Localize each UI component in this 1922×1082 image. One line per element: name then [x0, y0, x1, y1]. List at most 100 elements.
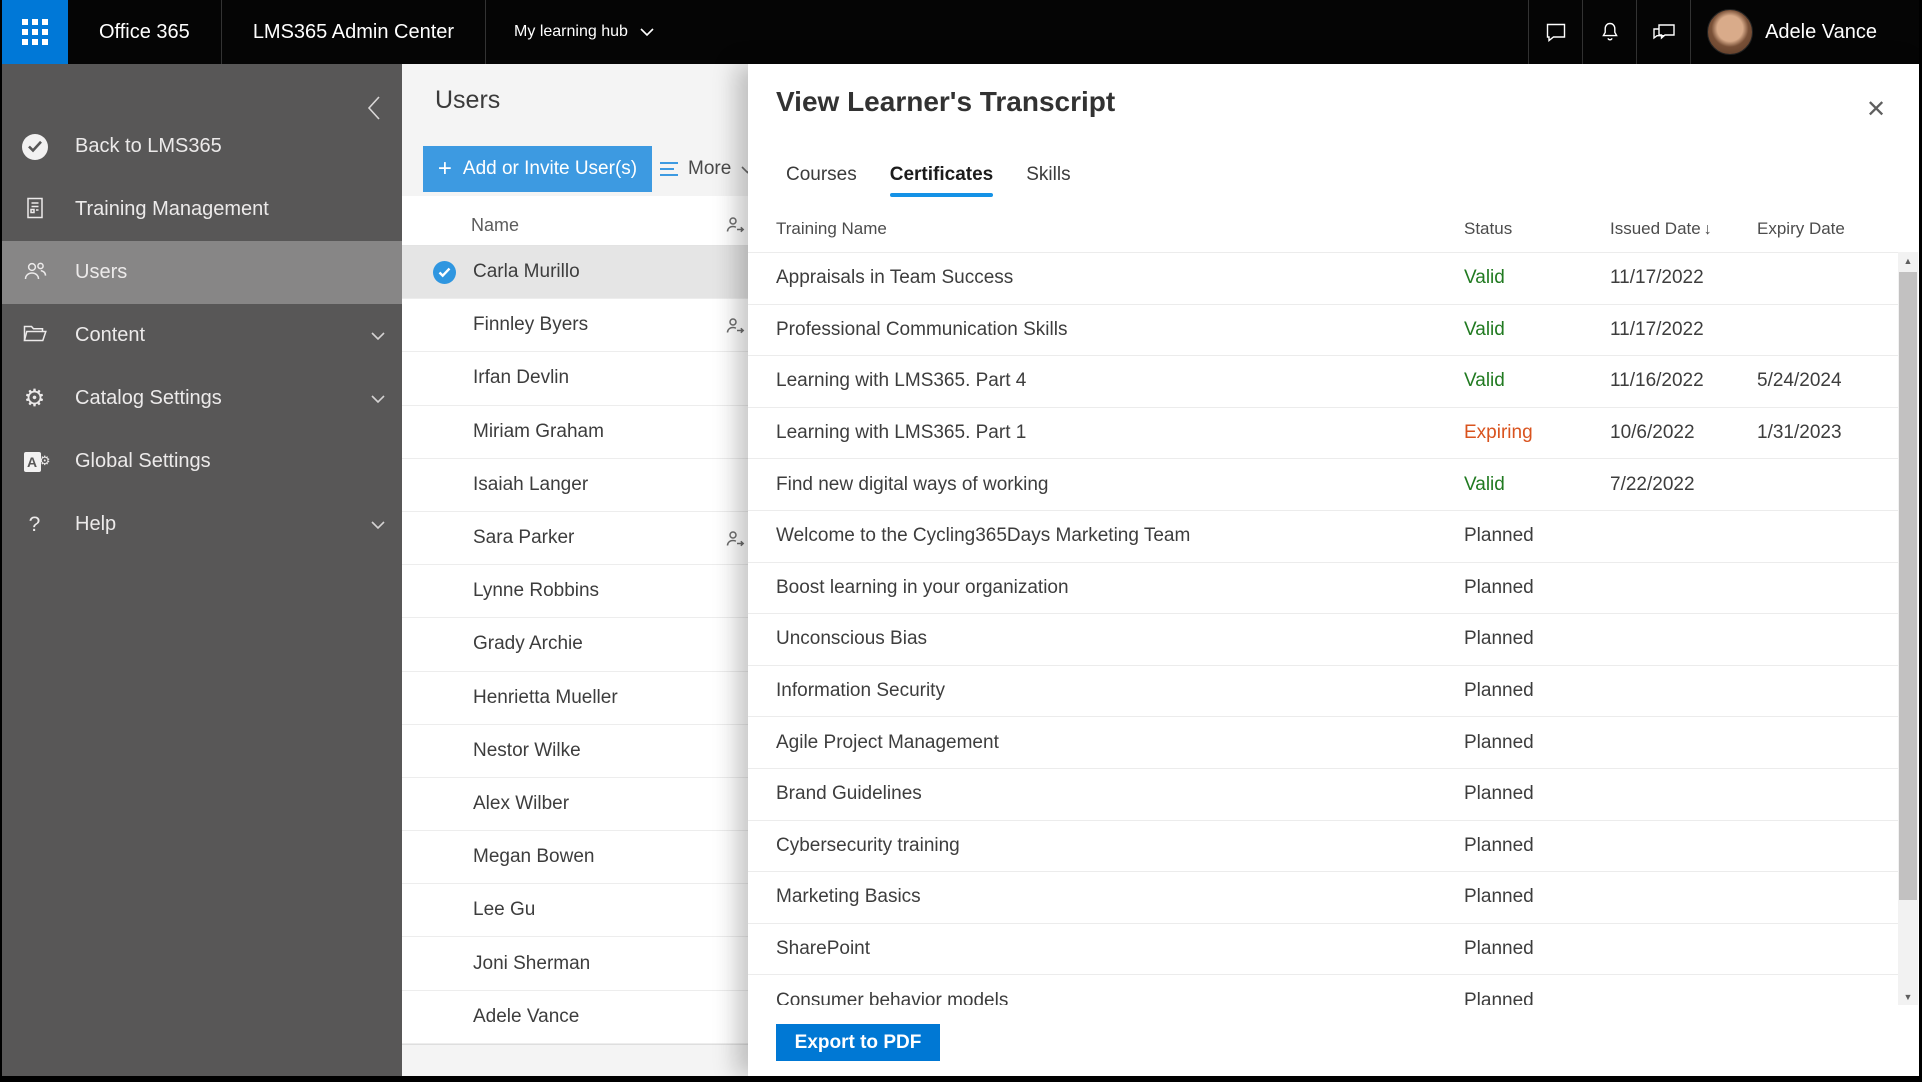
sort-descending-icon: ↓	[1703, 220, 1712, 238]
scroll-up-button[interactable]: ▲	[1898, 252, 1918, 269]
training-name-cell: Consumer behavior models	[776, 989, 1009, 1005]
certificate-row: Information Security Planned	[748, 666, 1901, 718]
certificate-row: Consumer behavior models Planned	[748, 975, 1901, 1005]
column-header-training-name[interactable]: Training Name	[776, 219, 1464, 239]
tab-label: Certificates	[889, 164, 994, 185]
certificate-row: Appraisals in Team Success Valid 11/17/2…	[748, 253, 1901, 305]
user-row[interactable]: Isaiah Langer	[402, 459, 748, 512]
tab[interactable]: Certificates	[889, 164, 994, 197]
status-cell: Planned	[1464, 628, 1534, 650]
certificate-row: Learning with LMS365. Part 4 Valid 11/16…	[748, 356, 1901, 408]
hub-menu-button[interactable]: My learning hub	[486, 23, 682, 41]
signed-in-user-name[interactable]: Adele Vance	[1765, 21, 1877, 44]
sidebar-item-label: Users	[75, 261, 128, 283]
user-row[interactable]: Carla Murillo	[402, 246, 748, 300]
training-name-cell: Boost learning in your organization	[776, 576, 1069, 598]
notifications-button[interactable]	[1583, 0, 1636, 64]
column-header-expiry-date[interactable]: Expiry Date	[1757, 219, 1901, 239]
chevron-down-icon	[371, 324, 385, 347]
sidebar-item[interactable]: Training Management	[2, 178, 402, 241]
add-or-invite-users-button[interactable]: + Add or Invite User(s)	[423, 146, 652, 192]
certificate-row: Boost learning in your organization Plan…	[748, 563, 1901, 615]
scroll-down-button[interactable]: ▼	[1898, 988, 1918, 1005]
chevron-down-icon	[371, 387, 385, 410]
status-cell: Valid	[1464, 318, 1505, 340]
feedback-button[interactable]	[1637, 0, 1690, 64]
certificate-row: Professional Communication Skills Valid …	[748, 305, 1901, 357]
user-name: Isaiah Langer	[473, 473, 589, 495]
plus-icon: +	[437, 155, 452, 182]
global-settings-icon: A ⚙	[23, 451, 51, 473]
user-row[interactable]: Lee Gu	[402, 884, 748, 938]
certificate-row: Cybersecurity training Planned	[748, 821, 1901, 873]
sidebar-item-label: Training Management	[75, 198, 269, 220]
more-button[interactable]: More	[660, 146, 748, 192]
status-cell: Planned	[1464, 525, 1534, 547]
brand-title[interactable]: Office 365	[68, 21, 221, 44]
training-name-cell: Learning with LMS365. Part 4	[776, 370, 1027, 392]
training-name-cell: Welcome to the Cycling365Days Marketing …	[776, 525, 1191, 547]
user-avatar[interactable]	[1707, 9, 1754, 55]
issued-date-cell: 11/17/2022	[1610, 267, 1704, 289]
user-name: Finnley Byers	[473, 314, 589, 336]
user-row[interactable]: Adele Vance	[402, 991, 748, 1044]
user-row[interactable]: Henrietta Mueller	[402, 672, 748, 725]
sidebar-item[interactable]: Users	[2, 241, 402, 304]
certificate-row: Unconscious Bias Planned	[748, 614, 1901, 666]
user-row[interactable]: Nestor Wilke	[402, 725, 748, 778]
tab-label: Skills	[1026, 164, 1071, 185]
users-panel-header: Users + Add or Invite User(s) More	[402, 64, 748, 196]
status-cell: Planned	[1464, 938, 1534, 960]
selected-check-icon	[433, 261, 456, 284]
users-panel: Users + Add or Invite User(s) More Name	[402, 64, 748, 1076]
status-cell: Planned	[1464, 886, 1534, 908]
scrollbar-thumb[interactable]	[1899, 272, 1917, 900]
user-row[interactable]: Irfan Devlin	[402, 352, 748, 406]
more-menu-icon	[660, 162, 678, 176]
user-row[interactable]: Sara Parker	[402, 512, 748, 566]
training-name-cell: Learning with LMS365. Part 1	[776, 422, 1027, 444]
certificate-row: Marketing Basics Planned	[748, 872, 1901, 924]
user-row[interactable]: Alex Wilber	[402, 778, 748, 832]
certificate-row: Find new digital ways of working Valid 7…	[748, 459, 1901, 511]
training-name-cell: Brand Guidelines	[776, 783, 922, 805]
issued-date-cell: 10/6/2022	[1610, 422, 1695, 444]
sidebar-item[interactable]: A ⚙ Global Settings	[2, 430, 402, 493]
certificate-row: Learning with LMS365. Part 1 Expiring 10…	[748, 408, 1901, 460]
person-add-icon	[724, 528, 746, 556]
user-row[interactable]: Megan Bowen	[402, 831, 748, 885]
tab[interactable]: Skills	[1026, 164, 1070, 197]
app-title[interactable]: LMS365 Admin Center	[222, 21, 485, 44]
name-column-header[interactable]: Name	[402, 205, 748, 246]
tab[interactable]: Courses	[786, 164, 857, 197]
user-name: Joni Sherman	[473, 952, 591, 974]
vertical-scrollbar[interactable]: ▲ ▼	[1898, 252, 1918, 1005]
sidebar-item[interactable]: Content	[2, 304, 402, 367]
user-name: Carla Murillo	[473, 261, 580, 283]
export-to-pdf-button[interactable]: Export to PDF	[776, 1024, 940, 1061]
add-button-label: Add or Invite User(s)	[462, 158, 638, 179]
user-row[interactable]: Joni Sherman	[402, 937, 748, 991]
app-launcher-button[interactable]	[2, 0, 68, 64]
user-name: Sara Parker	[473, 527, 575, 549]
user-row[interactable]: Grady Archie	[402, 618, 748, 672]
chevron-down-icon	[741, 158, 748, 180]
sidebar-item[interactable]: Back to LMS365	[2, 115, 402, 178]
chat-button[interactable]	[1529, 0, 1582, 64]
user-row[interactable]: Lynne Robbins	[402, 565, 748, 619]
user-name: Grady Archie	[473, 633, 583, 655]
topbar-actions: Adele Vance	[1528, 0, 1919, 64]
sidebar-item[interactable]: ⚙ Catalog Settings	[2, 367, 402, 430]
column-header-issued-date[interactable]: Issued Date ↓	[1610, 219, 1757, 239]
panel-title: View Learner's Transcript	[776, 86, 1116, 117]
user-row[interactable]: Miriam Graham	[402, 406, 748, 459]
status-cell: Valid	[1464, 267, 1505, 289]
user-row[interactable]: Finnley Byers	[402, 299, 748, 353]
certificate-row: Agile Project Management Planned	[748, 717, 1901, 769]
chat-bubble-icon	[1546, 23, 1565, 43]
column-header-status[interactable]: Status	[1464, 219, 1610, 239]
sidebar-item[interactable]: ? Help	[2, 493, 402, 556]
name-header-label: Name	[471, 214, 520, 235]
training-name-cell: Find new digital ways of working	[776, 473, 1049, 495]
close-button[interactable]: ✕	[1859, 92, 1893, 126]
